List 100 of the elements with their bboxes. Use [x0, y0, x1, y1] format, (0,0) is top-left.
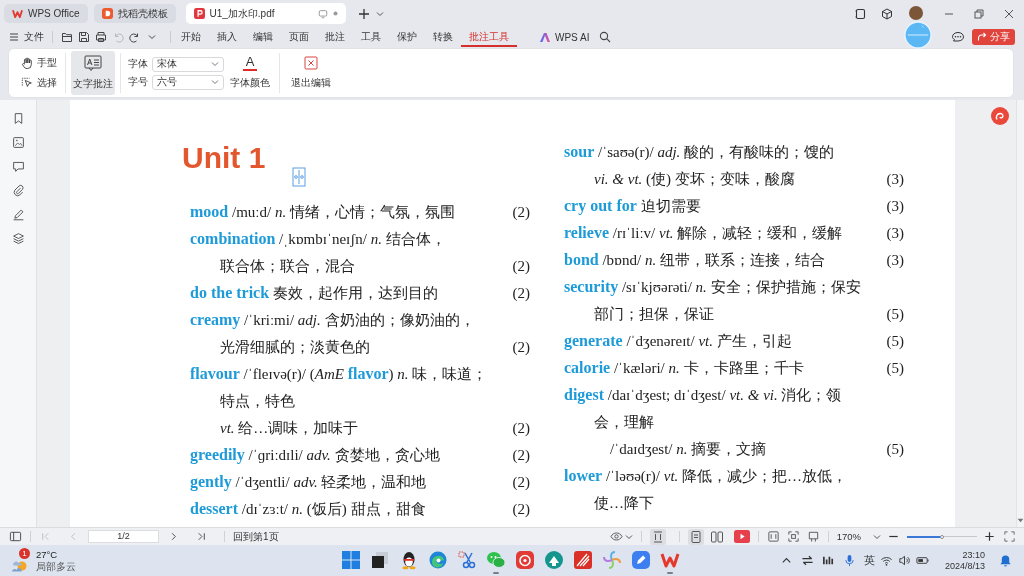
browser-icon[interactable] [427, 550, 448, 570]
crop-icon[interactable] [806, 530, 820, 543]
input-method-indicator[interactable]: 英 [863, 553, 875, 568]
music-app-icon[interactable] [514, 550, 535, 570]
text-annotation-button[interactable]: 文字批注 [71, 51, 115, 95]
caret-icon[interactable] [624, 533, 633, 540]
monitor-icon[interactable] [317, 8, 328, 19]
folder-icon[interactable] [61, 31, 73, 43]
microphone-icon[interactable] [842, 554, 856, 567]
page-number-field[interactable]: 1/2 [88, 530, 159, 543]
caret-icon [211, 79, 219, 85]
image-icon[interactable] [11, 136, 25, 149]
scrollbar[interactable] [1016, 100, 1024, 527]
ribbon-tab[interactable]: 插入 [209, 27, 245, 47]
font-label: 字体 [128, 57, 148, 71]
task-view-icon[interactable] [369, 550, 390, 570]
ribbon-tab[interactable]: 页面 [281, 27, 317, 47]
avatar[interactable] [909, 6, 923, 20]
vocabulary-entry: 会，理解 [594, 412, 654, 432]
unit-number: (2) [511, 283, 530, 303]
search-icon[interactable] [599, 31, 612, 43]
comment-icon[interactable] [11, 160, 25, 173]
wifi-icon[interactable] [879, 554, 893, 567]
fit-width-icon[interactable] [766, 530, 780, 543]
sidebar-toggle-icon[interactable] [9, 530, 22, 543]
pdf-file-icon [193, 8, 205, 19]
chat-bubbles-icon[interactable] [485, 550, 506, 570]
layers-icon[interactable] [11, 232, 25, 245]
close-icon[interactable] [1004, 8, 1014, 19]
vocabulary-entry: vi. & vt. (使) 变坏；变味，酸腐 [594, 169, 795, 189]
zoom-level-dropdown[interactable]: 170% [836, 531, 861, 542]
menu-icon [9, 32, 19, 42]
unit-number: (5) [885, 304, 904, 324]
arrow-app-icon[interactable] [543, 550, 564, 570]
two-page-icon[interactable] [708, 528, 725, 545]
continuous-scroll-icon[interactable] [649, 528, 666, 545]
unit-number: (2) [511, 445, 530, 465]
ribbon-tab[interactable]: 工具 [353, 27, 389, 47]
clock[interactable]: 23:10 2024/8/13 [944, 549, 985, 572]
swap-arrows-icon[interactable] [800, 554, 814, 567]
back-to-first-page-link[interactable]: 回到第1页 [233, 529, 279, 544]
unit-number: (3) [885, 223, 904, 243]
bell-icon[interactable] [999, 554, 1012, 567]
unit-number: (5) [885, 439, 904, 459]
single-page-icon[interactable] [687, 528, 704, 545]
weather-text: 局部多云 [36, 560, 76, 573]
printer-icon[interactable] [95, 31, 107, 43]
vocabulary-entry: generate /ˈdʒenəreɪt/ vt. 产生，引起 [564, 330, 792, 351]
vocabulary-entry: dessert /dɪˈzɜːt/ n. (饭后) 甜点，甜食 [190, 498, 426, 519]
ribbon-tab[interactable]: 编辑 [245, 27, 281, 47]
caret-icon[interactable] [375, 10, 384, 17]
font-color-button[interactable]: A 字体颜色 [230, 51, 270, 95]
fullscreen-icon[interactable] [1003, 530, 1016, 543]
restore-icon[interactable] [974, 8, 984, 19]
file-menu[interactable]: 文件 [9, 29, 44, 45]
pinwheel-icon[interactable] [601, 550, 622, 570]
notebook-icon[interactable] [854, 7, 866, 20]
vocabulary-entry: do the trick 奏效，起作用，达到目的 [190, 282, 438, 303]
ribbon-tab[interactable]: 批注 [317, 27, 353, 47]
ribbon-tab[interactable]: 转换 [425, 27, 461, 47]
speaker-icon[interactable] [897, 554, 911, 567]
pen-app-icon[interactable] [630, 550, 651, 570]
document-tab[interactable]: U1_加水印.pdf [185, 3, 346, 24]
vocabulary-entry: calorie /ˈkæləri/ n. 卡，卡路里；千卡 [564, 357, 804, 378]
eye-icon[interactable] [609, 530, 623, 543]
exit-edit-button[interactable]: 退出编辑 [291, 51, 331, 95]
save-icon[interactable] [78, 31, 90, 43]
scroll-down-icon[interactable] [1017, 518, 1024, 523]
font-size-dropdown[interactable]: 六号 [152, 74, 224, 90]
striped-app-icon[interactable] [572, 550, 593, 570]
battery-icon[interactable] [915, 554, 929, 567]
zoom-in-icon[interactable] [983, 530, 996, 543]
play-icon[interactable] [733, 530, 750, 543]
select-tool-button[interactable]: 选择 [18, 75, 60, 91]
swirl-circle-icon[interactable] [991, 107, 1009, 125]
font-size-label: 字号 [128, 75, 148, 89]
ai-button[interactable]: WPS AI [539, 29, 590, 45]
redo-icon[interactable] [129, 31, 141, 43]
paperclip-icon[interactable] [11, 184, 25, 197]
ribbon-tab[interactable]: 开始 [173, 27, 209, 47]
vocabulary-entry: combination /ˌkɒmbɪˈneɪʃn/ n. 结合体， [190, 228, 446, 249]
scissors-icon[interactable] [456, 550, 477, 570]
share-button[interactable]: 分享 [972, 29, 1015, 45]
chat-bubble-icon[interactable] [951, 31, 965, 43]
document-tab[interactable]: WPS Office [4, 4, 88, 23]
vocabulary-entry: vt. 给…调味，加味于 [220, 418, 359, 438]
hand-tool-button[interactable]: 手型 [18, 55, 60, 71]
ribbon-tab[interactable]: 保护 [389, 27, 425, 47]
caret-icon[interactable] [873, 533, 881, 540]
new-tab-icon[interactable] [357, 7, 370, 20]
pen-icon[interactable] [11, 208, 25, 221]
vocabulary-entry: bond /bɒnd/ n. 纽带，联系；连接，结合 [564, 249, 825, 270]
slider-thumb[interactable] [940, 534, 944, 539]
cube-icon[interactable] [881, 7, 893, 20]
font-dropdown[interactable]: 宋体 [152, 56, 224, 72]
start-menu-icon[interactable] [340, 550, 361, 570]
fit-page-icon[interactable] [786, 530, 800, 543]
equalizer-icon[interactable] [821, 554, 835, 567]
document-tab[interactable]: 找稻壳模板 [93, 4, 176, 23]
last-page-icon[interactable] [195, 530, 208, 543]
